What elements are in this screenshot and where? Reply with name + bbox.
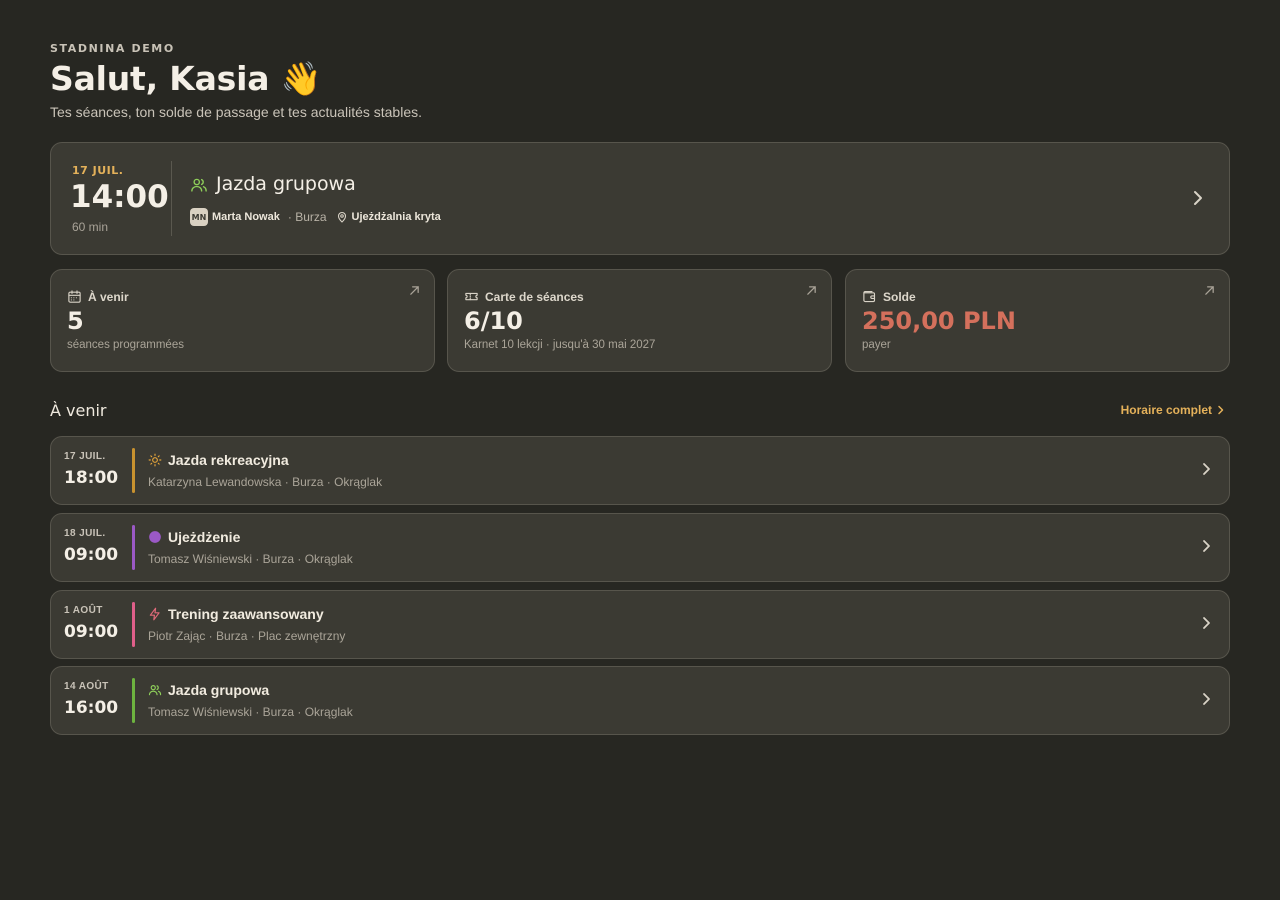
wallet-icon xyxy=(863,290,876,303)
stat-header: À venir xyxy=(67,289,129,304)
session-color-bar xyxy=(132,602,135,647)
avatar: MN xyxy=(190,208,208,226)
horse-name: · Burza xyxy=(287,210,327,224)
stat-subtext: séances programmées xyxy=(67,339,184,351)
session-meta: Tomasz Wiśniewski · Burza · Okrąglak xyxy=(148,705,353,719)
stat-card-pass[interactable]: Carte de séances 6/10 Karnet 10 lekcji ·… xyxy=(447,269,832,372)
arrow-up-right-icon xyxy=(410,286,419,295)
list-item[interactable]: 18 JUIL. 09:00 Ujeżdżenie Tomasz Wiśniew… xyxy=(50,513,1230,582)
session-meta: Tomasz Wiśniewski · Burza · Okrąglak xyxy=(148,552,353,566)
chevron-right-icon xyxy=(1203,617,1210,629)
stat-card-upcoming[interactable]: À venir 5 séances programmées xyxy=(50,269,435,372)
page-title: Salut, Kasia 👋 xyxy=(50,59,322,98)
session-time: 09:00 xyxy=(64,545,119,565)
arrow-up-right-icon xyxy=(807,286,816,295)
session-title: Ujeżdżenie xyxy=(168,529,241,545)
next-session-meta: MN Marta Nowak · Burza Ujeżdżalnia kryta xyxy=(190,208,441,226)
session-date: 18 JUIL. xyxy=(64,528,106,539)
list-item[interactable]: 14 AOÛT 16:00 Jazda grupowa Tomasz Wiśni… xyxy=(50,666,1230,735)
session-time: 16:00 xyxy=(64,698,119,718)
stat-value: 5 xyxy=(67,307,84,335)
session-date: 17 JUIL. xyxy=(64,451,106,462)
session-title: Jazda grupowa xyxy=(168,682,270,698)
full-schedule-label: Horaire complet xyxy=(1120,403,1212,417)
page-subtitle: Tes séances, ton solde de passage et tes… xyxy=(50,104,423,120)
chevron-right-icon xyxy=(1194,191,1202,205)
session-date: 14 AOÛT xyxy=(64,681,109,692)
stat-subtext: Karnet 10 lekcji · jusqu'à 30 mai 2027 xyxy=(464,339,656,351)
chevron-right-icon xyxy=(1218,405,1224,415)
ticket-icon xyxy=(465,292,478,301)
balance-value: 250,00 PLN xyxy=(862,307,1016,335)
divider xyxy=(171,161,172,236)
users-icon xyxy=(191,178,207,192)
arena-name: Ujeżdżalnia kryta xyxy=(351,211,441,223)
lightning-icon xyxy=(149,607,160,621)
session-title: Trening zaawansowany xyxy=(168,606,324,622)
session-date: 1 AOÛT xyxy=(64,605,103,616)
stat-header: Carte de séances xyxy=(464,289,584,304)
section-title: À venir xyxy=(50,401,107,420)
next-session-time: 14:00 xyxy=(70,179,169,215)
sun-icon xyxy=(148,453,162,467)
session-color-bar xyxy=(132,678,135,723)
session-time: 09:00 xyxy=(64,622,119,642)
session-title: Jazda rekreacyjna xyxy=(168,452,289,468)
session-color-bar xyxy=(132,525,135,570)
next-session-title: Jazda grupowa xyxy=(216,173,356,195)
stat-header: Solde xyxy=(862,289,916,304)
location-pin-icon xyxy=(337,211,346,223)
calendar-icon xyxy=(68,290,81,303)
circle-icon xyxy=(149,531,161,543)
session-meta: Katarzyna Lewandowska · Burza · Okrąglak xyxy=(148,475,383,489)
users-icon xyxy=(148,685,162,696)
brand-label: STADNINA DEMO xyxy=(50,42,175,55)
chevron-right-icon xyxy=(1203,463,1210,475)
list-item[interactable]: 17 JUIL. 18:00 Jazda rekreacyjna Katarzy… xyxy=(50,436,1230,505)
next-session-duration: 60 min xyxy=(72,220,109,234)
stat-subtext: payer xyxy=(862,339,891,351)
session-meta: Piotr Zając · Burza · Plac zewnętrzny xyxy=(148,629,346,643)
session-time: 18:00 xyxy=(64,468,119,488)
stat-label: À venir xyxy=(88,289,129,304)
stat-label: Carte de séances xyxy=(485,289,584,304)
instructor-name: Marta Nowak xyxy=(212,211,280,223)
chevron-right-icon xyxy=(1203,693,1210,705)
session-color-bar xyxy=(132,448,135,493)
stat-label: Solde xyxy=(883,289,916,304)
full-schedule-link[interactable]: Horaire complet xyxy=(1121,403,1224,417)
stat-value: 6/10 xyxy=(464,307,523,335)
stat-card-balance[interactable]: Solde 250,00 PLN payer xyxy=(845,269,1230,372)
next-session-card[interactable]: 17 JUIL. 14:00 60 min Jazda grupowa MN M… xyxy=(50,142,1230,255)
chevron-right-icon xyxy=(1203,540,1210,552)
list-item[interactable]: 1 AOÛT 09:00 Trening zaawansowany Piotr … xyxy=(50,590,1230,659)
arrow-up-right-icon xyxy=(1205,286,1214,295)
next-session-date: 17 JUIL. xyxy=(72,164,124,177)
